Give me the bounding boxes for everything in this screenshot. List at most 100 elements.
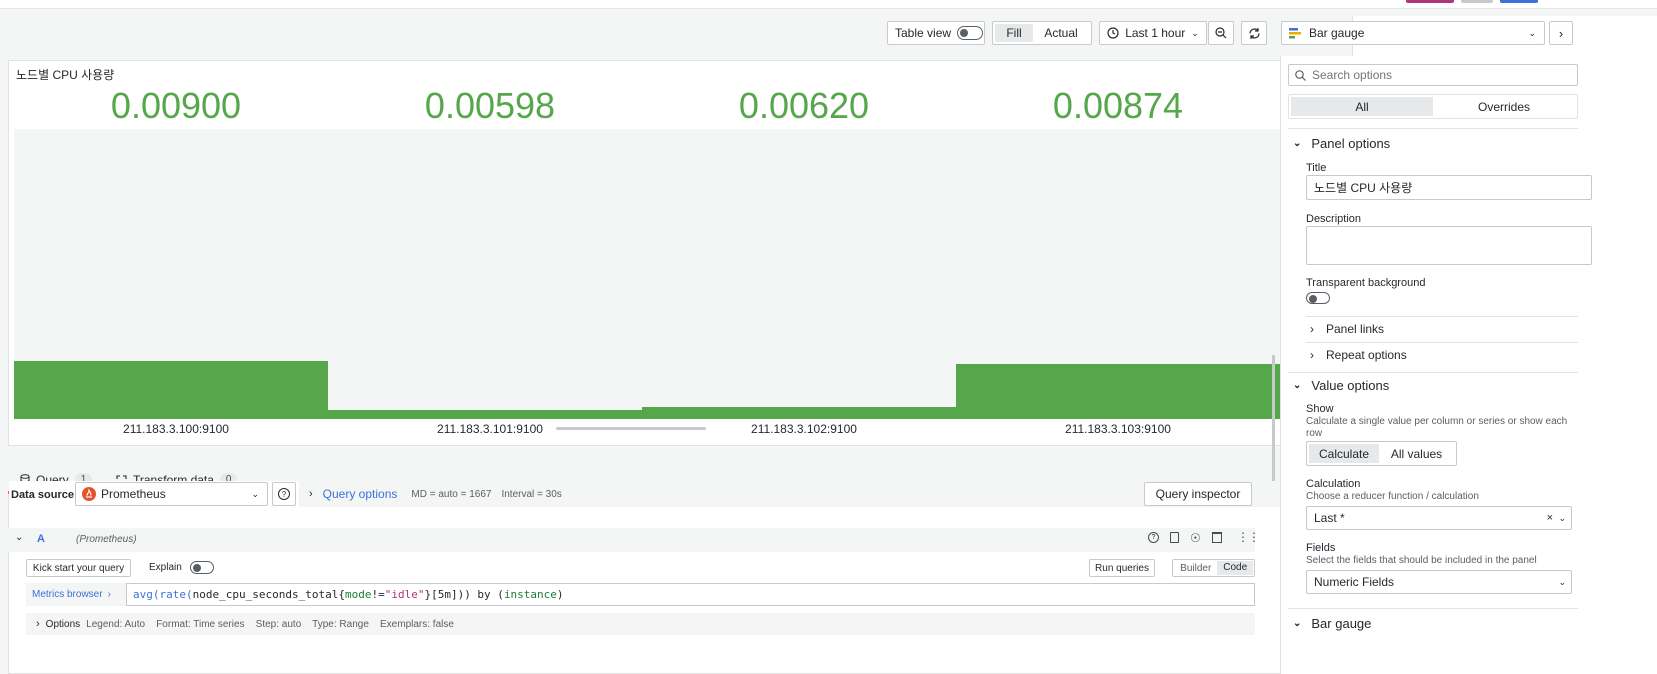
panel-options-section[interactable]: ⌄ Panel options: [1293, 136, 1390, 151]
panel-links-label: Panel links: [1326, 322, 1385, 336]
query-options-label: Query options: [322, 487, 398, 501]
calculate-label: Calculate: [1318, 446, 1370, 461]
collapse-icon[interactable]: ⌄: [15, 532, 23, 543]
query-editor-area: Data source Prometheus ⌄ ? › Query optio…: [8, 481, 1340, 674]
top-chip-1[interactable]: [1406, 0, 1454, 3]
run-queries-button[interactable]: Run queries: [1089, 559, 1155, 577]
overrides-tab[interactable]: Overrides: [1433, 97, 1575, 116]
promql-input[interactable]: avg(rate(node_cpu_seconds_total{mode != "i…: [126, 583, 1255, 606]
title-value: 노드별 CPU 사용량: [1314, 181, 1413, 195]
repeat-options-section[interactable]: › Repeat options: [1310, 348, 1407, 362]
title-input[interactable]: 노드별 CPU 사용량: [1306, 175, 1592, 200]
bar-gauge-panel: 노드별 CPU 사용량 ⋮ 0.00900 211.183.3.100:9100…: [8, 60, 1339, 446]
fill-button[interactable]: Fill: [995, 24, 1033, 42]
gauge-label: 211.183.3.103:9100: [1065, 422, 1171, 436]
panel-options-header: Panel options: [1311, 136, 1391, 151]
all-tab-label: All: [1355, 99, 1369, 114]
fill-label: Fill: [1006, 26, 1022, 40]
clear-icon[interactable]: ×: [1547, 512, 1553, 524]
gauge-value: 0.00598: [424, 85, 556, 126]
trash-icon[interactable]: [1212, 532, 1222, 543]
bar-gauge-icon: [1289, 28, 1301, 39]
expr-label-key: mode: [344, 588, 372, 601]
duplicate-icon[interactable]: [1170, 532, 1179, 543]
eye-icon[interactable]: ☉: [1190, 531, 1201, 545]
transparent-bg-switch[interactable]: [1306, 292, 1330, 304]
refresh-button[interactable]: [1241, 21, 1267, 45]
visualization-picker[interactable]: Bar gauge ⌄: [1281, 21, 1545, 45]
actual-button[interactable]: Actual: [1033, 24, 1089, 42]
collapse-pane-button[interactable]: ›: [1549, 21, 1573, 45]
all-tab[interactable]: All: [1291, 97, 1433, 116]
explain-toggle[interactable]: Explain: [149, 561, 214, 574]
show-mode-toggle: Calculate All values: [1306, 441, 1457, 466]
chevron-right-icon: ›: [1310, 322, 1314, 336]
time-picker-button[interactable]: Last 1 hour ⌄: [1099, 21, 1207, 45]
query-inspector-button[interactable]: Query inspector: [1144, 482, 1252, 506]
table-view-toggle-group[interactable]: Table view: [887, 21, 985, 45]
fill-actual-group: Fill Actual: [992, 21, 1092, 45]
transparent-bg-label: Transparent background: [1306, 277, 1426, 289]
chevron-down-icon: ⌄: [1191, 27, 1199, 38]
expr-range: }[5m])) by (: [424, 588, 504, 601]
pane-resize-handle[interactable]: [556, 427, 706, 430]
panel-links-section[interactable]: › Panel links: [1310, 322, 1384, 336]
explain-label: Explain: [149, 562, 182, 573]
all-overrides-toggle: All Overrides: [1288, 94, 1578, 119]
table-view-switch[interactable]: [957, 26, 984, 40]
query-row-header[interactable]: ⌄ A (Prometheus) ? ☉ ⋮⋮: [8, 528, 1260, 552]
expr-metric: node_cpu_seconds_total{: [192, 588, 345, 601]
code-tab[interactable]: Code: [1217, 561, 1253, 575]
refresh-icon: [1248, 27, 1260, 39]
calculation-select[interactable]: Last * × ⌄: [1306, 506, 1572, 530]
calculation-label: Calculation: [1306, 478, 1361, 490]
builder-tab[interactable]: Builder: [1174, 563, 1217, 574]
zoom-out-button[interactable]: [1208, 21, 1234, 45]
explain-switch[interactable]: [189, 561, 214, 574]
chevron-down-icon: ⌄: [1528, 27, 1536, 38]
kick-start-button[interactable]: Kick start your query: [26, 559, 131, 577]
fields-label: Fields: [1306, 542, 1336, 554]
datasource-row: Data source Prometheus ⌄ ? › Query optio…: [9, 481, 1340, 539]
query-ref-id[interactable]: A: [37, 533, 45, 545]
divider: [1288, 608, 1578, 609]
chevron-down-icon: ⌄: [251, 488, 259, 499]
options-label: Options: [45, 618, 81, 630]
viz-name: Bar gauge: [1309, 26, 1365, 40]
calculate-button[interactable]: Calculate: [1309, 444, 1379, 463]
drag-handle-icon[interactable]: ⋮⋮: [1237, 530, 1260, 544]
description-textarea[interactable]: [1306, 226, 1592, 265]
chevron-right-icon: ›: [107, 589, 111, 600]
title-label: Title: [1306, 162, 1327, 174]
bar-gauge-header: Bar gauge: [1311, 616, 1372, 631]
query-options-row[interactable]: › Options Legend: Auto Format: Time seri…: [26, 613, 1255, 635]
search-options-input[interactable]: [1312, 68, 1562, 82]
value-options-section[interactable]: ⌄ Value options: [1293, 378, 1389, 393]
gauge-value: 0.00900: [110, 85, 242, 126]
show-label: Show: [1306, 403, 1334, 415]
help-button[interactable]: ?: [272, 482, 296, 506]
divider: [1288, 128, 1578, 129]
help-icon[interactable]: ?: [1148, 532, 1159, 543]
panel-title: 노드별 CPU 사용량: [16, 68, 115, 82]
gauge-1: 0.00900 211.183.3.100:9100: [14, 85, 338, 436]
gauge-track: [328, 129, 652, 419]
gauge-fill: [956, 363, 1280, 419]
search-options-field[interactable]: [1288, 64, 1578, 86]
top-chip-3[interactable]: [1500, 0, 1538, 3]
datasource-picker[interactable]: Prometheus ⌄: [75, 482, 268, 506]
bar-gauge-section[interactable]: ⌄ Bar gauge: [1293, 616, 1371, 631]
help-icon: ?: [278, 488, 290, 500]
interval-info: Interval = 30s: [501, 488, 562, 500]
query-options-toggle[interactable]: › Query options MD = auto = 1667 Interva…: [309, 482, 562, 506]
top-chip-2[interactable]: [1461, 0, 1493, 3]
expr-close: ): [556, 588, 564, 601]
table-view-label: Table view: [895, 26, 952, 40]
metrics-browser-button[interactable]: Metrics browser ›: [26, 583, 126, 606]
gauge-label: 211.183.3.100:9100: [123, 422, 229, 436]
fields-select[interactable]: Numeric Fields ⌄: [1306, 570, 1572, 594]
expr-op: !=: [371, 588, 385, 601]
all-values-button[interactable]: All values: [1379, 444, 1454, 463]
value-options-header: Value options: [1311, 378, 1390, 393]
overrides-tab-label: Overrides: [1477, 99, 1530, 114]
